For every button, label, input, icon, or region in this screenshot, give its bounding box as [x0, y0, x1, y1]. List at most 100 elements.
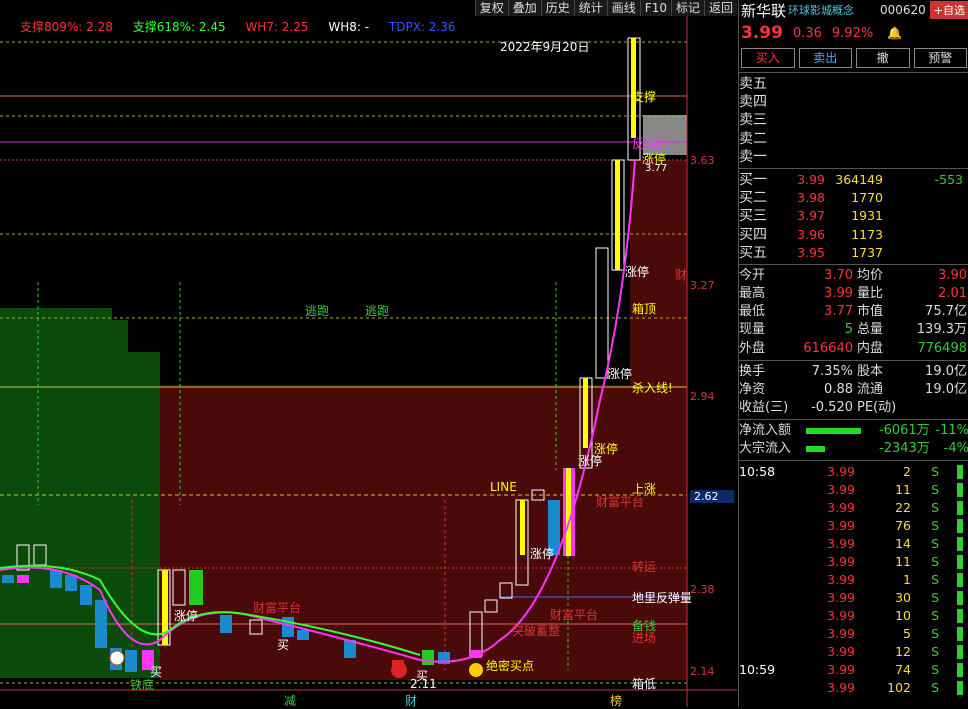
stat-row: 收益(三) -0.520 PE(动)	[739, 400, 897, 416]
ann-zhangting-6: 涨停	[530, 547, 555, 561]
stock-name: 新华联	[741, 1, 787, 20]
price-level-current: 2.62	[690, 490, 734, 503]
tick-row: 3.99 5 S	[739, 625, 968, 643]
indicator-3: WH7: 2.25	[245, 20, 309, 34]
ann-diliwei: 地里反弹量	[632, 591, 693, 605]
ann-jinchang: 进场	[632, 631, 657, 645]
date-label: 2022年9月20日	[500, 40, 590, 54]
ann-zhicheng: 支撑	[632, 90, 657, 104]
ann-tupo: 突破蓄整	[512, 624, 561, 638]
toolbar-lishi[interactable]: 历史	[540, 0, 574, 16]
toolbar-biaoji[interactable]: 标记	[670, 0, 704, 16]
tick-row: 3.99 14 S	[739, 535, 968, 553]
sell-4-label: 卖四	[739, 94, 767, 111]
ann-xiangdi: 箱低	[632, 677, 657, 691]
buy-book: 买一 3.99 364149 -553 买二 3.98 1770 买三 3.97 1931 买…	[739, 171, 968, 262]
toolbar-tongji[interactable]: 统计	[573, 0, 607, 16]
toolbar-fanhui[interactable]: 返回	[703, 0, 737, 16]
ann-shajiang: 杀入线!	[632, 381, 673, 395]
toolbar-diejia[interactable]: 叠加	[507, 0, 541, 16]
last-price: 3.99	[741, 23, 783, 43]
stat-row: 现量 5 总量 139.3万	[739, 322, 967, 338]
stock-header: 新华联 环球影城概念 000620 +自选	[739, 0, 968, 20]
ann-zhangting-5: 涨停	[578, 454, 603, 468]
ann-taopao-1: 逃跑	[305, 304, 330, 318]
cancel-button[interactable]: 撤	[856, 48, 910, 68]
quote-line: 3.99 0.36 9.92% 🔔	[739, 20, 968, 46]
buy-row: 买一 3.99 364149 -553	[739, 171, 963, 188]
x-label-3: 榜	[610, 694, 623, 708]
buy-button[interactable]: 买入	[741, 48, 795, 68]
stat-row: 净资 0.88 流通 19.0亿	[739, 382, 967, 397]
stat-row: 今开 3.70 均价 3.90	[739, 267, 967, 283]
price-level-1: 3.63	[690, 154, 715, 167]
toolbar-fuquan[interactable]: 复权	[474, 0, 508, 16]
buy-row: 买四 3.96 1173	[739, 226, 883, 243]
tick-row: 3.99 30 S	[739, 589, 968, 607]
indicator-1: 支撑809%: 2.28	[20, 20, 113, 34]
ann-cai: 财	[675, 268, 688, 282]
ann-line: LINE	[490, 480, 517, 494]
ann-juemi: 绝密买点	[486, 659, 535, 673]
kline-chart[interactable]: 复权 叠加 历史 统计 画线 F10 标记 返回 支撑809%: 2.28 支撑…	[0, 0, 737, 708]
indicator-line: 支撑809%: 2.28 支撑618%: 2.45 WH7: 2.25 WH8:…	[20, 18, 472, 35]
tick-row: 3.99 76 S	[739, 517, 968, 535]
tick-row: 3.99 12 S	[739, 643, 968, 661]
stock-concept[interactable]: 环球影城概念	[788, 2, 854, 18]
green-zone	[0, 308, 160, 678]
x-label-1: 减	[284, 694, 297, 708]
buy-row: 买三 3.97 1931	[739, 208, 883, 225]
ann-caifu-3: 财富平台	[253, 601, 302, 615]
stock-code: 000620	[879, 3, 926, 17]
quote-panel: 新华联 环球影城概念 000620 +自选 3.99 0.36 9.92% 🔔 …	[738, 0, 968, 707]
tick-row: 3.99 1 S	[739, 571, 968, 589]
chart-toolbar: 复权 叠加 历史 统计 画线 F10 标记 返回	[474, 0, 737, 16]
sell-button[interactable]: 卖出	[798, 48, 852, 68]
add-watchlist-button[interactable]: +自选	[929, 1, 968, 19]
alert-button[interactable]: 预警	[913, 48, 967, 68]
ann-zhangting-3: 涨停	[608, 367, 633, 381]
toolbar-huaxian[interactable]: 画线	[606, 0, 640, 16]
ann-zhuanyun: 转运	[632, 560, 657, 574]
ann-mai-2: 买	[277, 638, 290, 652]
price-level-5: 2.38	[690, 583, 715, 596]
flow-row: 净流入额 -6061万 -11%	[739, 423, 968, 439]
sell-book: 卖五 卖四 卖三 卖二 卖一	[739, 75, 968, 166]
ann-zhangting-2: 涨停	[625, 265, 650, 279]
stat-row: 外盘 616640 内盘 776498	[739, 340, 967, 356]
indicator-4: WH8: -	[328, 20, 370, 34]
price-level-3: 2.94	[690, 390, 715, 403]
bell-icon[interactable]: 🔔	[887, 26, 902, 40]
ann-xiangding: 箱顶	[632, 302, 657, 316]
flow-bar	[805, 446, 826, 453]
sell-2-label: 卖二	[739, 130, 767, 147]
price-level-2: 3.27	[690, 279, 715, 292]
toolbar-f10[interactable]: F10	[639, 0, 671, 16]
tick-row: 3.99 11 S	[739, 481, 968, 499]
price-level-6: 2.14	[690, 665, 715, 678]
ann-caifu-2: 财富平台	[550, 608, 599, 622]
sell-1-label: 卖一	[739, 148, 767, 165]
stat-row: 换手 7.35% 股本 19.0亿	[739, 363, 967, 379]
price-change: 0.36	[792, 25, 822, 41]
tick-row: 3.99 11 S	[739, 553, 968, 571]
tick-row: 10:58 3.99 2 S	[739, 463, 968, 481]
ann-mai-1: 买	[150, 665, 163, 679]
stat-row: 最低 3.77 市值 75.7亿	[739, 304, 967, 320]
stat-row: 最高 3.99 量比 2.01	[739, 286, 967, 302]
buy-row: 买五 3.95 1737	[739, 244, 883, 261]
tick-list[interactable]: 10:58 3.99 2 S 3.99 11 S 3.99 22 S 3.99 76 S 3.99…	[739, 463, 968, 697]
ann-taopao-2: 逃跑	[365, 304, 390, 318]
buy-row: 买二 3.98 1770	[739, 190, 883, 207]
flow-row: 大宗流入 -2343万 -4%	[739, 441, 968, 457]
ann-low-val: 2.11	[410, 677, 437, 691]
tick-row: 3.99 22 S	[739, 499, 968, 517]
sell-3-label: 卖三	[739, 112, 767, 129]
sell-5-label: 卖五	[739, 76, 767, 92]
tick-row: 3.99 10 S	[739, 607, 968, 625]
indicator-2: 支撑618%: 2.45	[132, 20, 226, 34]
stats-block-2: 换手 7.35% 股本 19.0亿 净资 0.88 流通 19.0亿 收益(三) -0.520…	[739, 363, 968, 418]
x-label-2: 财	[405, 694, 418, 708]
tick-row: 3.99 102 S	[739, 679, 968, 697]
ann-caifu-1: 财富平台	[596, 495, 645, 509]
